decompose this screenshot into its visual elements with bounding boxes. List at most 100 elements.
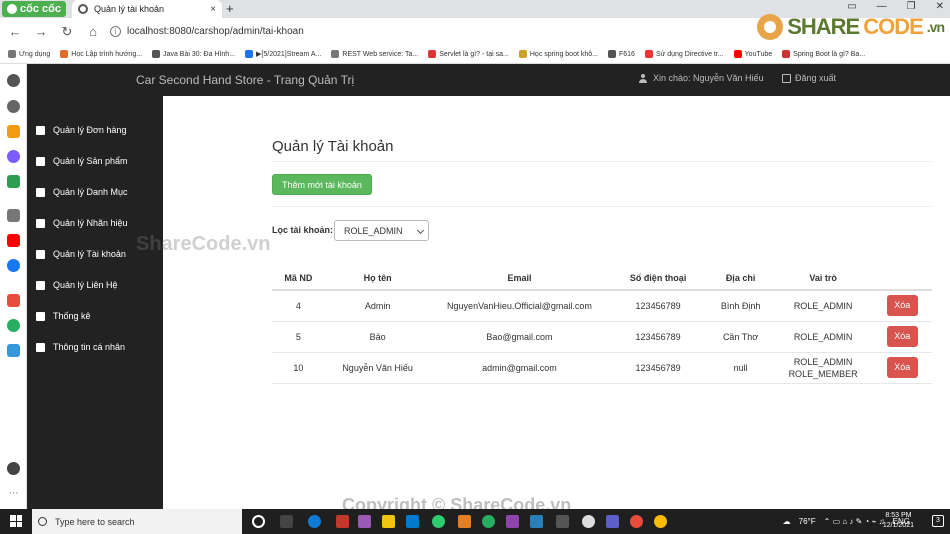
cell-phone: 123456789 [608, 290, 708, 322]
bookmark-item[interactable]: Java Bài 30: Đa Hình... [152, 50, 235, 58]
chrome-icon[interactable] [654, 515, 667, 528]
sidebar-item-label: Quản lý Liên Hệ [53, 280, 118, 290]
app-icon-rec[interactable] [630, 515, 643, 528]
sidebar-item-8[interactable]: Thông tin cá nhân [36, 340, 125, 354]
crown-icon[interactable] [7, 125, 20, 138]
teams-icon[interactable] [606, 515, 619, 528]
greeting-text: Xin chào: Nguyễn Văn Hiếu [653, 73, 764, 83]
notification-center-icon[interactable]: 3 [932, 515, 944, 527]
minimize-icon[interactable]: — [877, 1, 887, 12]
address-bar[interactable]: i localhost:8080/carshop/admin/tai-khoan [110, 21, 750, 43]
app-icon-red[interactable] [336, 515, 349, 528]
bookmark-item[interactable]: Spring Boot là gì? Ba... [782, 50, 865, 58]
table-row: 10 Nguyễn Văn Hiếu admin@gmail.com 12345678… [272, 352, 932, 384]
coccoc-taskbar-icon[interactable] [432, 515, 445, 528]
sidebar-item-6[interactable]: Quản lý Liên Hệ [36, 278, 118, 292]
edge-icon[interactable] [308, 515, 321, 528]
sharecode-logo-icon [757, 14, 784, 40]
weather-text[interactable]: 76°F [799, 517, 816, 526]
url-text: localhost:8080/carshop/admin/tai-khoan [127, 26, 304, 37]
settings-icon[interactable] [7, 74, 20, 87]
add-account-button[interactable]: Thêm mới tài khoản [272, 174, 372, 195]
delete-button[interactable]: Xóa [886, 326, 918, 347]
bookmark-item[interactable]: Ứng dụng [8, 50, 50, 58]
sidebar-item-label: Thống kê [53, 311, 91, 321]
taskbar-clock[interactable]: 8:53 PM 12/1/2021 [883, 511, 914, 531]
sidebar-item-2[interactable]: Quản lý Sản phẩm [36, 154, 128, 168]
logout-link[interactable]: Đăng xuất [782, 73, 836, 83]
app-icon-gray[interactable] [556, 515, 569, 528]
vscode-icon[interactable] [406, 515, 419, 528]
visual-studio-icon[interactable] [506, 515, 519, 528]
sidebar-item-7[interactable]: Thống kê [36, 309, 91, 323]
bookmark-favicon-icon [644, 50, 653, 58]
window-menu-icon[interactable]: ▭ [847, 1, 856, 12]
weather-icon[interactable]: ☁ [783, 517, 791, 526]
more-icon[interactable]: ⋯ [7, 487, 20, 500]
app-icon-light[interactable] [582, 515, 595, 528]
facebook-icon[interactable] [7, 259, 20, 272]
close-window-icon[interactable]: ✕ [936, 1, 944, 12]
role-value: ROLE_MEMBER [788, 368, 858, 379]
shopping-icon[interactable] [7, 294, 20, 307]
youtube-icon[interactable] [7, 234, 20, 247]
bookmark-item[interactable]: Sử dụng Directive tr... [644, 50, 724, 58]
sale-icon[interactable] [7, 344, 20, 357]
cell-address: Cần Thơ [707, 321, 774, 353]
maximize-icon[interactable]: ❐ [907, 1, 916, 12]
taskbar-search[interactable]: Type here to search [32, 509, 242, 534]
column-header [872, 266, 932, 291]
back-arrow-icon[interactable]: ← [4, 24, 26, 39]
bookmark-item[interactable]: REST Web service: Ta... [331, 50, 418, 58]
delete-button[interactable]: Xóa [886, 357, 918, 378]
add-sidebar-icon[interactable] [7, 209, 20, 222]
gamepad-icon[interactable] [7, 175, 20, 188]
bookmark-item[interactable]: F616 [607, 50, 635, 58]
logo-code: CODE [863, 14, 924, 39]
bookmark-item[interactable]: ▶[5/2021]Stream A... [245, 50, 321, 58]
coccoc-menu-button[interactable]: cốc cốc [2, 1, 66, 17]
tray-icons[interactable]: ⌃ ▭ ⌂ ♪ ✎ ◔ ⌁ ♫ [824, 517, 885, 526]
deal-icon[interactable] [7, 319, 20, 332]
column-header: Họ tên [324, 266, 431, 291]
delete-button[interactable]: Xóa [886, 295, 918, 317]
bookmark-item[interactable]: Học Lập trình hướng... [60, 50, 142, 58]
history-icon[interactable] [7, 100, 20, 113]
bookmark-favicon-icon [152, 50, 161, 58]
task-view-icon[interactable] [252, 515, 265, 528]
messenger-icon[interactable] [7, 150, 20, 163]
app-title[interactable]: Car Second Hand Store - Trang Quản Trị [136, 73, 354, 87]
sidebar-item-1[interactable]: Quản lý Đơn hàng [36, 123, 126, 137]
bookmark-label: YouTube [744, 50, 773, 58]
cell-actions: Xóa [872, 352, 932, 384]
reload-icon[interactable]: ↻ [56, 24, 78, 40]
bookmark-item[interactable]: Servlet là gì? - tại sa... [428, 50, 509, 58]
logo-share: SHARE [787, 14, 860, 39]
sidebar-item-4[interactable]: Quản lý Nhãn hiệu [36, 216, 128, 230]
app-icon-blue[interactable] [530, 515, 543, 528]
bookmark-item[interactable]: YouTube [733, 50, 773, 58]
site-info-icon[interactable]: i [110, 26, 121, 37]
widgets-icon[interactable] [280, 515, 293, 528]
tab-title: Quản lý tài khoản [94, 4, 165, 14]
windows-taskbar: Type here to search ☁ 76°F ⌃ ▭ ⌂ ♪ ✎ ◔ ⌁… [0, 509, 950, 534]
bookmark-item[interactable]: Học spring boot khô... [518, 50, 598, 58]
notification-bell-icon[interactable] [7, 462, 20, 475]
user-greeting[interactable]: Xin chào: Nguyễn Văn Hiếu [639, 73, 764, 83]
new-tab-button[interactable]: + [226, 1, 234, 16]
list-icon [36, 187, 45, 197]
sidebar-item-5[interactable]: Quản lý Tài khoản [36, 247, 126, 261]
role-filter-select[interactable]: ROLE_ADMIN [334, 220, 429, 241]
sidebar-item-3[interactable]: Quản lý Danh Mục [36, 185, 128, 199]
cell-full-name: Admin [324, 290, 431, 322]
app-icon-orange[interactable] [458, 515, 471, 528]
forward-arrow-icon[interactable]: → [30, 24, 52, 39]
windows-start-icon[interactable] [10, 515, 22, 527]
home-icon[interactable]: ⌂ [82, 24, 104, 39]
browser-tab-active[interactable]: Quản lý tài khoản × [72, 0, 222, 18]
admin-sidebar: Quản lý Đơn hàng Quản lý Sản phẩm Quản lý … [27, 96, 163, 509]
file-explorer-icon[interactable] [382, 515, 395, 528]
spring-icon[interactable] [482, 515, 495, 528]
tab-close-icon[interactable]: × [210, 4, 216, 15]
premiere-icon[interactable] [358, 515, 371, 528]
